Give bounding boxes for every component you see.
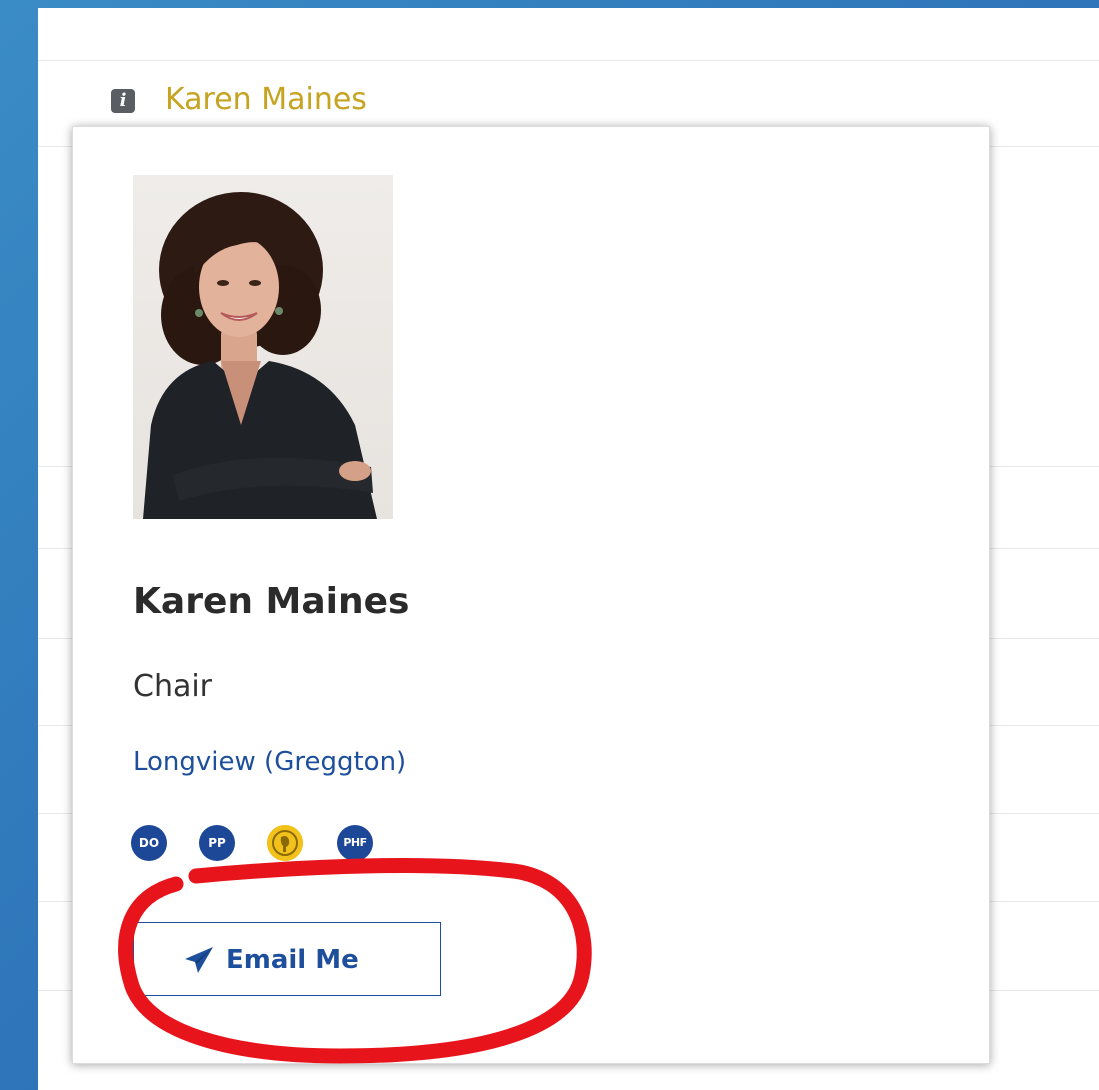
portrait-image: [143, 192, 377, 519]
email-me-button[interactable]: Email Me: [133, 922, 441, 996]
popover-member-role: Chair: [133, 669, 213, 704]
popover-member-name: Karen Maines: [133, 581, 410, 622]
badge-phf: PHF: [337, 825, 373, 861]
info-icon[interactable]: i: [111, 89, 135, 113]
row-divider: [38, 60, 1099, 61]
member-popover: Karen Maines Chair Longview (Greggton) D…: [72, 126, 990, 1064]
email-me-label: Email Me: [226, 945, 359, 975]
member-name-link[interactable]: Karen Maines: [165, 78, 367, 122]
paper-plane-icon: [185, 947, 213, 973]
gold-medallion-icon: [267, 825, 303, 861]
badge-pp: PP: [199, 825, 235, 861]
popover-club-link[interactable]: Longview (Greggton): [133, 744, 406, 780]
member-photo: [133, 175, 393, 519]
badge-do: DO: [131, 825, 167, 861]
